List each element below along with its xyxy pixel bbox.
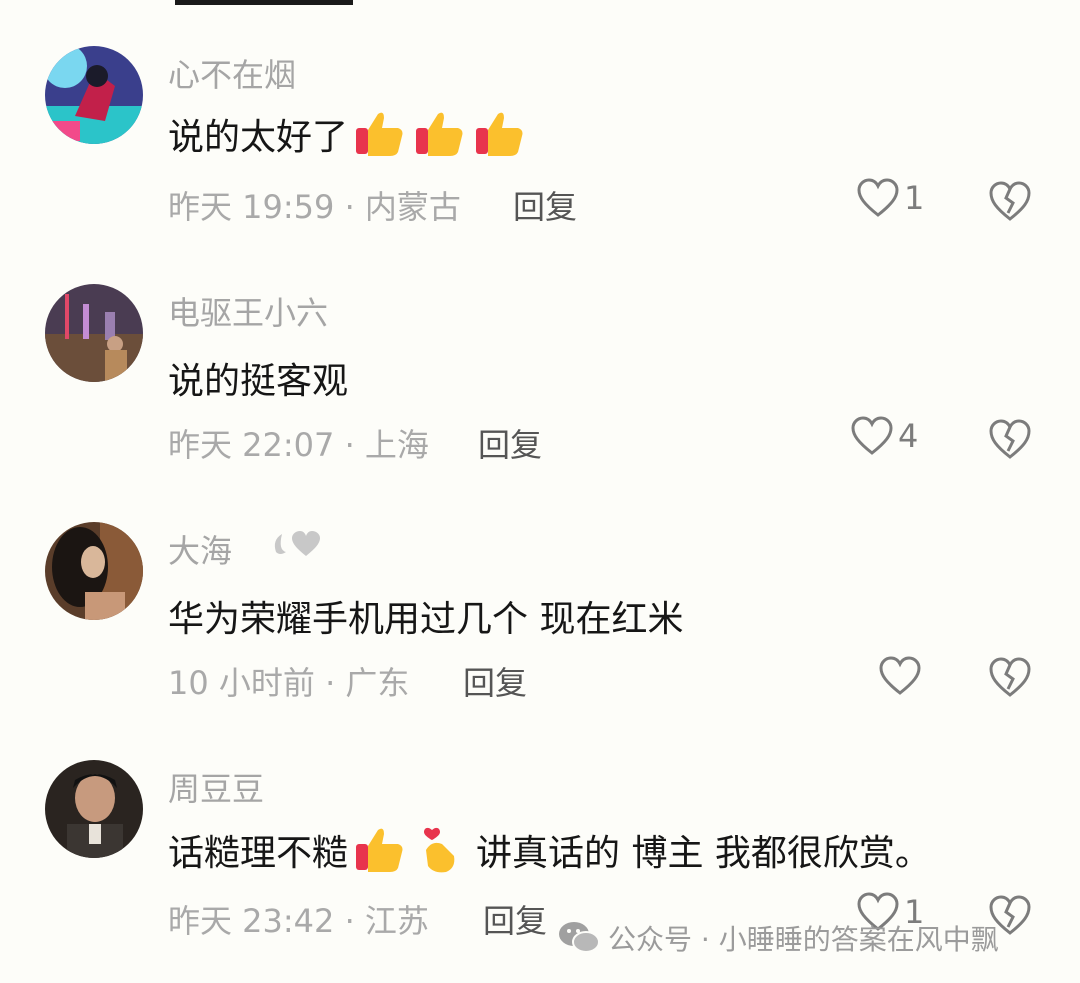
broken-heart-icon (989, 419, 1031, 459)
like-button[interactable]: 1 (856, 178, 924, 218)
comment-text: 华为荣耀手机用过几个 现在红米 (168, 590, 683, 642)
wechat-icon (559, 922, 600, 953)
thumbs-up-emoji-icon (476, 112, 523, 156)
comment-text: 说的挺客观 (168, 352, 348, 404)
watermark-text: 公众号 · 小睡睡的答案在风中飘 (608, 923, 999, 956)
avatar[interactable] (45, 284, 143, 382)
username[interactable]: 心不在烟 (168, 50, 296, 96)
user-badge (268, 530, 322, 558)
username[interactable]: 周豆豆 (168, 764, 264, 810)
comment-meta: 昨天 22:07 · 上海 (168, 426, 429, 464)
comment-text-content: 说的太好了 (168, 117, 349, 158)
comment-text-after: 讲真话的 博主 我都很欣赏。 (476, 833, 931, 874)
comment-text: 说的太好了 (168, 106, 528, 162)
reply-button[interactable]: 回复 (513, 182, 577, 228)
avatar[interactable] (45, 522, 143, 620)
dislike-button[interactable] (988, 180, 1032, 226)
broken-heart-icon (989, 181, 1031, 221)
comment-text-content: 说的挺客观 (168, 361, 349, 402)
comment-meta: 昨天 19:59 · 内蒙古 (168, 188, 461, 226)
reply-button[interactable]: 回复 (478, 420, 542, 466)
reply-button[interactable]: 回复 (483, 896, 547, 942)
username[interactable]: 大海 (168, 526, 232, 572)
moon-icon (274, 534, 286, 554)
watermark: 公众号 · 小睡睡的答案在风中飘 (558, 918, 999, 958)
heart-outline-icon (879, 656, 921, 695)
top-tab-bar (0, 0, 1080, 6)
broken-heart-icon (989, 657, 1031, 697)
username[interactable]: 电驱王小六 (168, 288, 328, 334)
heart-outline-icon (857, 178, 899, 217)
like-button[interactable]: 4 (850, 416, 918, 456)
finger-heart-emoji-icon (424, 827, 455, 873)
comment-text: 话糙理不糙 讲真话的 博主 我都很欣赏。 (168, 822, 931, 878)
avatar[interactable] (45, 46, 143, 144)
reply-button[interactable]: 回复 (463, 658, 527, 704)
thumbs-up-emoji-icon (356, 112, 403, 156)
comment-text-before: 话糙理不糙 (168, 833, 349, 874)
thumbs-up-emoji-icon (356, 828, 403, 872)
heart-outline-icon (851, 416, 893, 455)
like-button[interactable] (878, 656, 926, 696)
like-count: 4 (898, 417, 919, 455)
active-tab-indicator (175, 0, 353, 5)
avatar[interactable] (45, 760, 143, 858)
dislike-button[interactable] (988, 418, 1032, 464)
thumbs-up-emoji-icon (416, 112, 463, 156)
like-count: 1 (904, 179, 925, 217)
comment-meta: 10 小时前 · 广东 (168, 664, 410, 702)
comment-meta: 昨天 23:42 · 江苏 (168, 902, 429, 940)
heart-badge-icon (292, 531, 320, 556)
comment-text-content: 华为荣耀手机用过几个 现在红米 (168, 599, 684, 640)
dislike-button[interactable] (988, 656, 1032, 702)
